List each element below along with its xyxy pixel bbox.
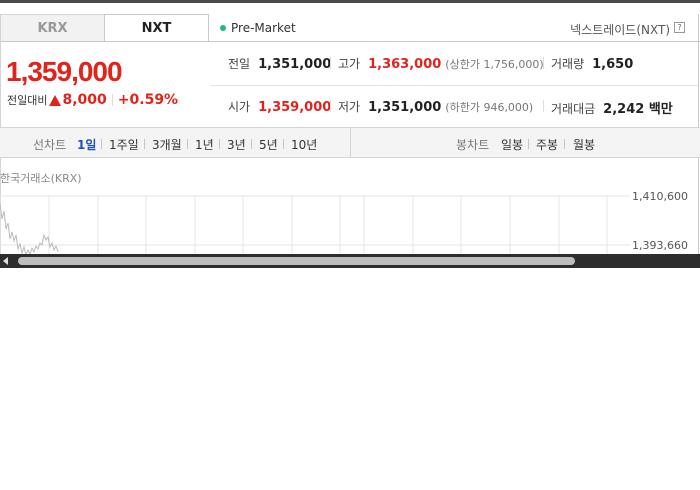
y-axis-tick: 1,410,600	[632, 190, 688, 203]
period-3years[interactable]: 3년	[227, 136, 246, 153]
period-10years[interactable]: 10년	[291, 136, 317, 153]
info-separator	[543, 100, 544, 112]
prev-close-value: 1,351,000	[258, 57, 332, 72]
amount-label: 거래대금	[551, 102, 596, 116]
period-weekly-candle[interactable]: 주봉	[536, 136, 558, 153]
info-separator	[330, 100, 331, 112]
period-monthly-candle[interactable]: 월봉	[573, 136, 595, 153]
current-price: 1,359,000	[6, 56, 123, 87]
info-separator	[330, 57, 331, 69]
period-separator	[187, 139, 188, 149]
period-separator	[144, 139, 145, 149]
info-open: 시가 1,359,000	[228, 98, 331, 115]
tabs-divider	[0, 41, 700, 42]
candle-chart-label: 봉차트	[456, 138, 490, 152]
volume-label: 거래량	[551, 57, 585, 71]
scroll-thumb[interactable]	[18, 257, 575, 265]
help-icon[interactable]: ?	[674, 22, 685, 33]
high-label: 고가	[338, 57, 361, 71]
change-percent: +0.59%	[117, 92, 179, 108]
top-border	[0, 0, 700, 3]
amount-value: 2,242 백만	[603, 102, 673, 117]
price-change: 전일대비 8,000 +0.59%	[7, 92, 178, 108]
y-axis-tick: 1,393,660	[632, 239, 688, 252]
line-chart-label: 선차트	[33, 138, 67, 152]
info-low: 저가 1,351,000 (하한가 946,000)	[330, 98, 534, 115]
status-dot-icon	[220, 25, 226, 31]
chart-grid	[0, 195, 630, 255]
chart-period-bar: 선차트 1일 1주일 3개월 1년 3년 5년 10년 봉차트 일봉 주봉 월봉	[0, 127, 700, 158]
prev-close-label: 전일	[228, 57, 251, 71]
change-value: 8,000	[62, 92, 107, 108]
info-volume: 거래량 1,650	[543, 55, 634, 72]
period-separator	[251, 139, 252, 149]
info-separator	[543, 57, 544, 69]
period-1week[interactable]: 1주일	[109, 136, 139, 153]
period-separator	[283, 139, 284, 149]
tab-krx[interactable]: KRX	[0, 14, 105, 42]
exchange-name: 넥스트레이드(NXT)	[570, 23, 670, 37]
chart-scrollbar[interactable]	[0, 254, 700, 268]
tab-nxt[interactable]: NXT	[104, 14, 209, 42]
period-separator	[528, 139, 529, 149]
change-label: 전일대비	[7, 94, 48, 107]
volume-value: 1,650	[592, 57, 634, 72]
open-value: 1,359,000	[258, 100, 332, 115]
period-separator	[101, 139, 102, 149]
open-label: 시가	[228, 100, 251, 114]
period-5years[interactable]: 5년	[259, 136, 278, 153]
lower-limit: (하한가 946,000)	[445, 101, 534, 114]
up-arrow-icon	[49, 94, 62, 106]
upper-limit: (상한가 1,756,000)	[445, 58, 544, 71]
period-bar-divider	[350, 128, 351, 157]
info-prev-close: 전일 1,351,000	[228, 55, 331, 72]
period-1year[interactable]: 1년	[195, 136, 214, 153]
info-amount: 거래대금 2,242 백만	[543, 98, 673, 117]
exchange-tabs: KRX NXT	[0, 14, 209, 42]
period-1day[interactable]: 1일	[77, 136, 96, 153]
change-divider	[111, 94, 113, 106]
low-label: 저가	[338, 100, 361, 114]
low-value: 1,351,000	[368, 100, 442, 115]
price-chart[interactable]	[0, 159, 700, 255]
chart-exchange-label: 한국거래소(KRX)	[0, 172, 82, 185]
period-separator	[564, 139, 565, 149]
info-divider	[211, 85, 698, 86]
high-value: 1,363,000	[368, 57, 442, 72]
period-separator	[219, 139, 220, 149]
period-daily-candle[interactable]: 일봉	[501, 136, 523, 153]
market-status: Pre-Market	[220, 21, 296, 35]
info-high: 고가 1,363,000 (상한가 1,756,000)	[330, 55, 544, 72]
period-3months[interactable]: 3개월	[152, 136, 182, 153]
market-status-label: Pre-Market	[231, 21, 296, 35]
scroll-left-icon[interactable]	[3, 257, 8, 265]
